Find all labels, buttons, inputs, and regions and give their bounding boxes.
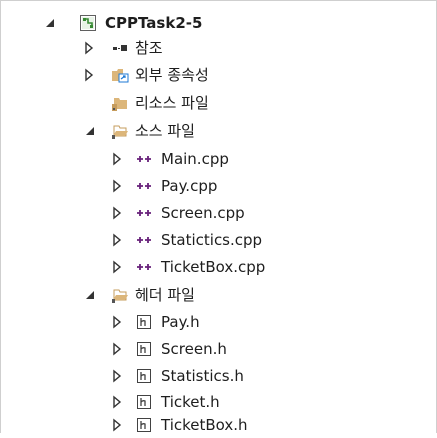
solution-explorer-tree: CPPTask2-5 참조 외부 종속성 리소스 파일 소스 파일 Main.c… [0,0,437,434]
tree-item-references[interactable]: 참조 [1,35,421,61]
tree-item-file[interactable]: Pay.cpp [1,173,421,199]
cpp-file-icon [135,231,153,249]
cpp-file-icon [135,177,153,195]
tree-item-source-files[interactable]: 소스 파일 [1,118,421,144]
expand-arrow-icon[interactable] [111,412,125,438]
tree-item-label: 헤더 파일 [135,286,195,304]
tree-item-file[interactable]: Pay.h [1,309,421,335]
tree-item-label: 외부 종속성 [135,66,209,84]
tree-item-project[interactable]: CPPTask2-5 [1,10,421,36]
tree-item-label: TicketBox.cpp [161,258,266,276]
folder-filter-open-icon [111,286,129,304]
tree-item-label: Main.cpp [161,150,229,168]
external-dependencies-icon [111,66,129,84]
collapse-arrow-icon[interactable] [83,282,97,308]
expand-arrow-icon[interactable] [111,146,125,172]
tree-item-external-dependencies[interactable]: 외부 종속성 [1,62,421,88]
tree-item-label: Pay.cpp [161,177,218,195]
header-file-icon [135,416,153,434]
expand-arrow-icon[interactable] [111,309,125,335]
tree-item-file[interactable]: Screen.cpp [1,200,421,226]
expand-arrow-icon[interactable] [111,336,125,362]
header-file-icon [135,313,153,331]
tree-item-label: 소스 파일 [135,122,195,140]
tree-item-file[interactable]: Statictics.cpp [1,227,421,253]
tree-item-header-files[interactable]: 헤더 파일 [1,282,421,308]
tree-item-label: Statictics.cpp [161,231,263,249]
header-file-icon [135,393,153,411]
tree-item-file[interactable]: TicketBox.cpp [1,254,421,280]
expand-arrow-icon[interactable] [111,363,125,389]
collapse-arrow-icon[interactable] [83,118,97,144]
tree-item-file[interactable]: Statistics.h [1,363,421,389]
collapse-arrow-icon[interactable] [43,10,57,36]
solution-project-icon [79,14,97,32]
tree-item-label: TicketBox.h [161,416,248,434]
tree-item-resource-files[interactable]: 리소스 파일 [1,90,421,116]
expand-arrow-icon[interactable] [111,200,125,226]
header-file-icon [135,367,153,385]
expand-arrow-icon[interactable] [83,62,97,88]
tree-item-label: Ticket.h [161,393,220,411]
tree-item-file[interactable]: Main.cpp [1,146,421,172]
expand-arrow-icon[interactable] [111,173,125,199]
tree-item-label: 리소스 파일 [135,94,209,112]
folder-filter-open-icon [111,122,129,140]
tree-item-file[interactable]: Screen.h [1,336,421,362]
cpp-file-icon [135,258,153,276]
folder-filter-icon [111,94,129,112]
tree-item-label: 참조 [135,39,163,57]
expand-arrow-icon[interactable] [83,35,97,61]
references-icon [111,39,129,57]
project-name: CPPTask2-5 [105,14,203,32]
cpp-file-icon [135,150,153,168]
tree-item-label: Statistics.h [161,367,244,385]
tree-item-label: Screen.h [161,340,227,358]
tree-item-label: Screen.cpp [161,204,245,222]
tree-item-label: Pay.h [161,313,200,331]
expand-arrow-icon[interactable] [111,254,125,280]
expand-arrow-icon[interactable] [111,227,125,253]
tree-item-file[interactable]: TicketBox.h [1,412,421,438]
header-file-icon [135,340,153,358]
cpp-file-icon [135,204,153,222]
